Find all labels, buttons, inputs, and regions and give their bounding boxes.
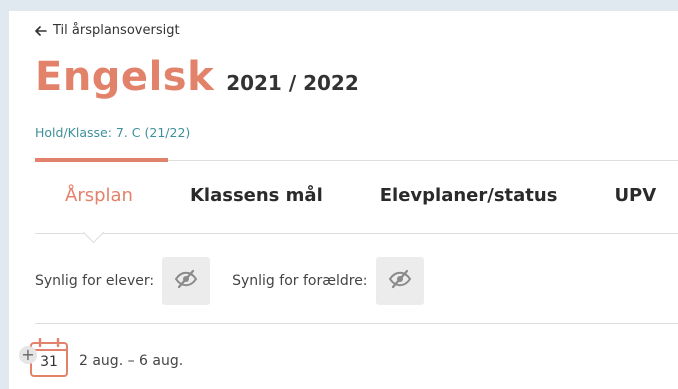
- tab-elevplaner-status[interactable]: Elevplaner/status: [380, 185, 558, 206]
- eye-slash-icon: [388, 269, 412, 293]
- class-label: Hold/Klasse: 7. C (21/22): [35, 125, 191, 140]
- yearplan-panel: Til årsplansoversigt Engelsk 2021 / 2022…: [9, 11, 678, 389]
- visible-for-parents-label: Synlig for forældre:: [232, 273, 368, 289]
- week-divider: [35, 323, 678, 324]
- tabs-divider: [35, 233, 678, 234]
- back-to-overview-link[interactable]: Til årsplansoversigt: [35, 23, 180, 38]
- visibility-settings: Synlig for elever: Synlig for forældre:: [35, 257, 424, 305]
- tab-aarsplan[interactable]: Årsplan: [65, 185, 133, 206]
- visible-for-parents-toggle[interactable]: [375, 257, 424, 305]
- tab-upv[interactable]: UPV: [614, 185, 656, 206]
- add-week-button[interactable]: +: [19, 346, 37, 364]
- school-year: 2021 / 2022: [226, 71, 359, 95]
- visible-for-students-toggle[interactable]: [162, 257, 211, 305]
- subject-title: Engelsk: [35, 54, 215, 100]
- visible-for-students-label: Synlig for elever:: [35, 273, 155, 289]
- page-title: Engelsk 2021 / 2022: [35, 53, 359, 101]
- title-accent-bar: [35, 158, 168, 162]
- eye-slash-icon: [174, 269, 198, 293]
- week-row: + 31 2 aug. – 6 aug.: [19, 338, 183, 378]
- parents-visibility-group: Synlig for forældre:: [232, 257, 424, 305]
- tab-klassens-maal[interactable]: Klassens mål: [190, 185, 323, 206]
- tab-bar: Årsplan Klassens mål Elevplaner/status U…: [35, 185, 678, 206]
- week-dates: 2 aug. – 6 aug.: [79, 353, 184, 369]
- back-link-label: Til årsplansoversigt: [53, 23, 180, 38]
- arrow-left-icon: [35, 25, 47, 36]
